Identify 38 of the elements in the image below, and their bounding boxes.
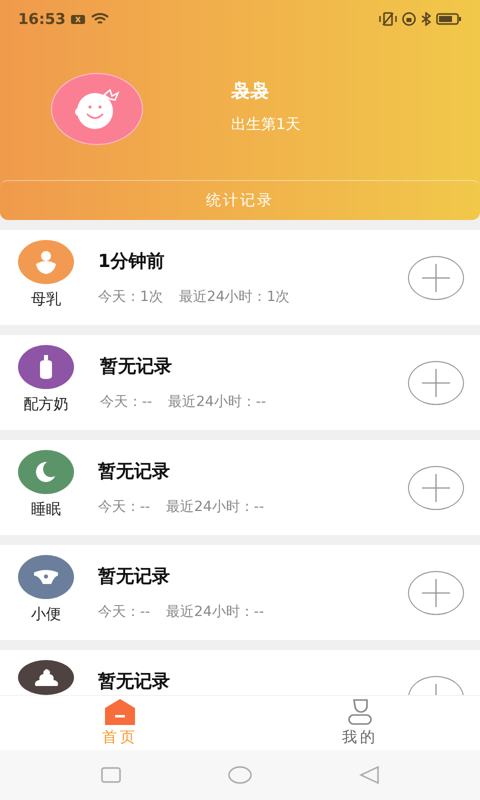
vibrate-icon [378, 12, 398, 26]
category-label: 睡眠 [31, 499, 61, 520]
home-button[interactable] [226, 765, 253, 785]
record-title: 暂无记录 [98, 565, 171, 589]
back-button[interactable] [358, 765, 380, 785]
tab[interactable]: 首页 [60, 696, 180, 750]
lock-icon [402, 12, 416, 26]
category-label: 配方奶 [24, 394, 68, 415]
notification-icon [70, 13, 86, 25]
record-title: 暂无记录 [98, 460, 171, 484]
status-time: 16:53 [18, 8, 66, 30]
breastfeeding-icon [36, 250, 56, 274]
bluetooth-icon [420, 12, 432, 26]
tab[interactable]: 我的 [300, 696, 420, 750]
record-title: 暂无记录 [100, 355, 173, 379]
moon-icon [36, 462, 56, 482]
home-icon [103, 698, 137, 726]
today-count: 今天：-- [98, 498, 150, 517]
record-title: 暂无记录 [98, 670, 171, 694]
recent-apps-button[interactable] [100, 766, 122, 784]
recent-count: 最近24小时：-- [166, 603, 264, 622]
baby-age: 出生第1天 [231, 114, 301, 135]
record-title: 1分钟前 [98, 250, 166, 274]
recent-count: 最近24小时：1次 [178, 288, 290, 307]
diaper-icon [34, 570, 58, 584]
recent-count: 最近24小时：-- [168, 393, 266, 412]
today-count: 今天：-- [98, 603, 150, 622]
category-label: 小便 [31, 604, 61, 625]
battery-icon [436, 12, 462, 26]
bottle-icon [40, 355, 52, 379]
today-count: 今天：1次 [98, 288, 163, 307]
today-count: 今天：-- [100, 393, 152, 412]
category-label: 母乳 [31, 289, 61, 310]
poop-icon [34, 669, 58, 686]
recent-count: 最近24小时：-- [166, 498, 264, 517]
wifi-icon [90, 12, 110, 26]
baby-name: 袅袅 [231, 78, 270, 104]
statistics-button[interactable]: 统计记录 [0, 180, 480, 220]
